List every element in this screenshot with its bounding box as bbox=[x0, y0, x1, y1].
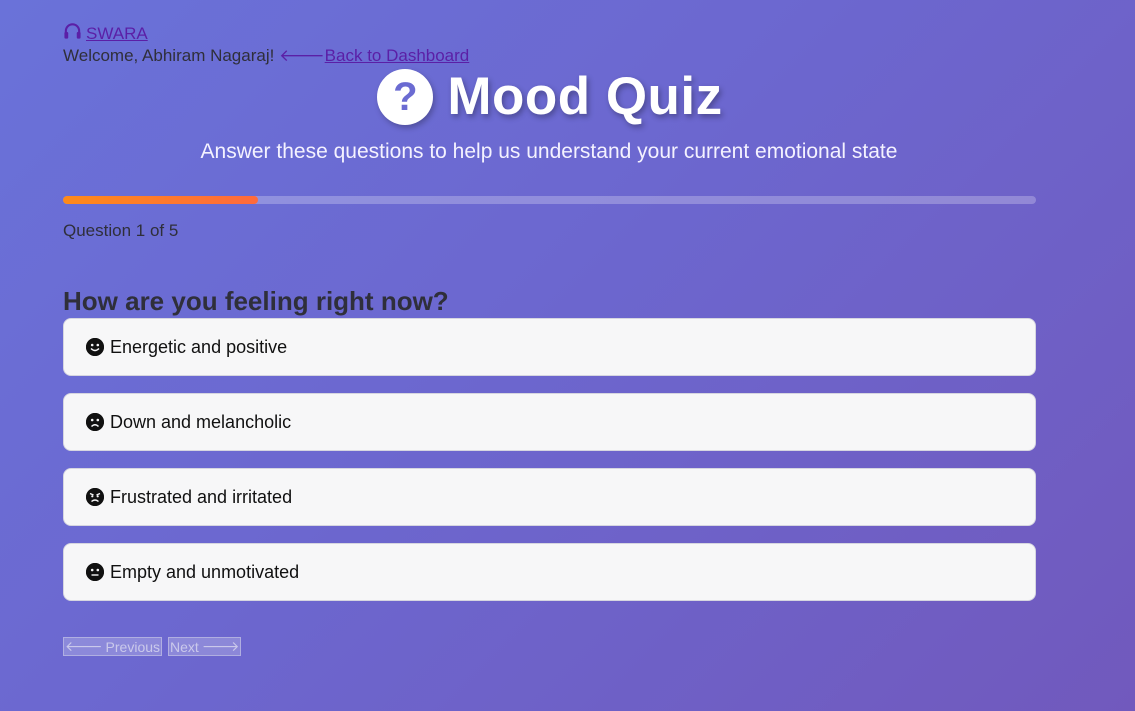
welcome-text: Welcome, Abhiram Nagaraj! bbox=[63, 46, 275, 65]
brand-name: SWARA bbox=[86, 24, 148, 43]
question-counter: Question 1 of 5 bbox=[63, 221, 179, 240]
top-links: SWARA Welcome, Abhiram Nagaraj! 🡐Back to… bbox=[63, 22, 469, 66]
arrow-left-icon: 🡐 bbox=[65, 638, 103, 654]
previous-button[interactable]: 🡐 Previous bbox=[63, 637, 163, 656]
arrow-left-icon: 🡐 bbox=[279, 46, 325, 65]
question-circle-icon: ? bbox=[377, 68, 434, 125]
progress-fill bbox=[63, 196, 258, 204]
option-label: Empty and unmotivated bbox=[110, 561, 300, 582]
sad-face-icon bbox=[86, 413, 104, 431]
option-label: Frustrated and irritated bbox=[110, 486, 293, 507]
quiz-header: ? Mood Quiz bbox=[0, 66, 1100, 127]
brand-link[interactable]: SWARA bbox=[63, 22, 148, 45]
arrow-right-icon: 🡒 bbox=[201, 638, 240, 654]
question-text: How are you feeling right now? bbox=[63, 286, 449, 316]
back-to-dashboard-link[interactable]: 🡐Back to Dashboard bbox=[279, 46, 469, 65]
quiz-navigation: 🡐 Previous Next 🡒 bbox=[63, 637, 242, 656]
page-subtitle: Answer these questions to help us unders… bbox=[200, 140, 898, 163]
next-button[interactable]: Next 🡒 bbox=[168, 637, 242, 656]
option-empty[interactable]: Empty and unmotivated bbox=[63, 543, 1036, 601]
angry-face-icon bbox=[86, 488, 104, 506]
headphones-icon bbox=[63, 22, 82, 45]
page-title: Mood Quiz bbox=[447, 67, 723, 126]
option-energetic[interactable]: Energetic and positive bbox=[63, 318, 1036, 376]
option-frustrated[interactable]: Frustrated and irritated bbox=[63, 468, 1036, 526]
option-down[interactable]: Down and melancholic bbox=[63, 393, 1036, 451]
previous-label: Previous bbox=[105, 638, 161, 655]
smiling-face-icon bbox=[86, 338, 104, 356]
option-label: Down and melancholic bbox=[110, 411, 292, 432]
neutral-face-icon bbox=[86, 563, 104, 581]
progress-bar bbox=[63, 196, 1036, 204]
back-link-label: Back to Dashboard bbox=[324, 46, 470, 65]
option-label: Energetic and positive bbox=[110, 336, 288, 357]
next-label: Next bbox=[170, 638, 199, 655]
answer-options: Energetic and positive Down and melancho… bbox=[63, 318, 1036, 618]
